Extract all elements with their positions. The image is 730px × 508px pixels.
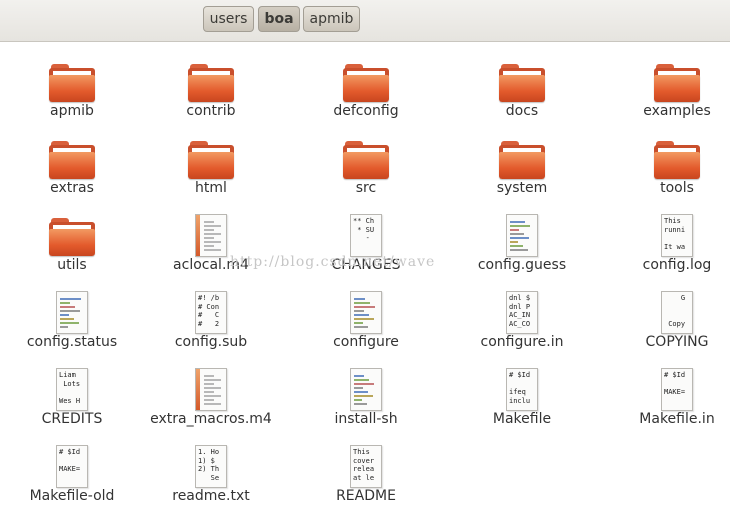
folder-icon	[654, 60, 700, 104]
folder-item-docs[interactable]: docs	[447, 46, 597, 123]
file-item-config-sub[interactable]: #! /b # Con # C # 2 config.sub	[136, 277, 286, 354]
text-file-icon: # $Id ifeq inclu	[499, 368, 545, 412]
file-preview-text: # $Id MAKE=	[59, 448, 81, 473]
text-file-icon: #! /b # Con # C # 2	[188, 291, 234, 335]
folder-icon	[343, 137, 389, 181]
file-name-label: COPYING	[645, 334, 709, 350]
file-item-configure-in[interactable]: dnl $ dnl P AC_IN AC_CO configure.in	[447, 277, 597, 354]
folder-item-html[interactable]: html	[136, 123, 286, 200]
file-item-install-sh[interactable]: install-sh	[291, 354, 441, 431]
text-file-icon: # $Id MAKE=	[654, 368, 700, 412]
file-item-extra-macros-m4[interactable]: extra_macros.m4	[136, 354, 286, 431]
breadcrumb-boa[interactable]: boa	[258, 6, 300, 32]
file-name-label: Makefile	[492, 411, 552, 427]
file-name-label: Makefile.in	[639, 411, 715, 427]
file-name-label: contrib	[186, 103, 236, 119]
file-name-label: config.guess	[477, 257, 567, 273]
folder-icon	[499, 60, 545, 104]
file-preview-text: #! /b # Con # C # 2	[198, 294, 220, 328]
file-name-label: examples	[643, 103, 711, 119]
script-file-icon	[343, 368, 389, 412]
folder-item-contrib[interactable]: contrib	[136, 46, 286, 123]
file-preview-text: # $Id ifeq inclu	[509, 371, 531, 405]
text-file-icon: This runni It wa	[654, 214, 700, 258]
file-item-makefile[interactable]: # $Id ifeq inclu Makefile	[447, 354, 597, 431]
text-file-icon: G Copy	[654, 291, 700, 335]
file-name-label: utils	[57, 257, 87, 273]
text-file-icon: 1. Ho 1) $ 2) Th Se	[188, 445, 234, 489]
folder-item-tools[interactable]: tools	[602, 123, 730, 200]
file-name-label: defconfig	[333, 103, 399, 119]
file-name-label: html	[195, 180, 227, 196]
file-name-label: config.sub	[174, 334, 248, 350]
file-name-label: configure.in	[480, 334, 564, 350]
folder-icon	[188, 60, 234, 104]
file-preview-text: Liam Lots Wes H	[59, 371, 81, 405]
m4-file-icon	[188, 214, 234, 258]
text-file-icon: Liam Lots Wes H	[49, 368, 95, 412]
folder-icon	[49, 137, 95, 181]
file-item-readme-txt[interactable]: 1. Ho 1) $ 2) Th Se readme.txt	[136, 431, 286, 508]
file-name-label: docs	[505, 103, 539, 119]
file-item-configure[interactable]: configure	[291, 277, 441, 354]
text-file-icon: ** Ch * SU -	[343, 214, 389, 258]
folder-icon	[49, 60, 95, 104]
breadcrumb-apmib[interactable]: apmib	[303, 6, 360, 32]
folder-icon	[188, 137, 234, 181]
folder-item-src[interactable]: src	[291, 123, 441, 200]
file-name-label: configure	[333, 334, 399, 350]
text-file-icon: dnl $ dnl P AC_IN AC_CO	[499, 291, 545, 335]
file-name-label: config.log	[642, 257, 712, 273]
file-name-label: src	[355, 180, 377, 196]
file-name-label: CREDITS	[41, 411, 103, 427]
file-preview-text: This runni It wa	[664, 217, 686, 251]
file-name-label: apmib	[50, 103, 94, 119]
file-name-label: tools	[660, 180, 694, 196]
m4-file-icon	[188, 368, 234, 412]
file-preview-text: # $Id MAKE=	[664, 371, 686, 396]
folder-icon	[654, 137, 700, 181]
file-preview-text: 1. Ho 1) $ 2) Th Se	[198, 448, 220, 482]
file-item-makefile-old[interactable]: # $Id MAKE= Makefile-old	[0, 431, 147, 508]
file-item-credits[interactable]: Liam Lots Wes H CREDITS	[0, 354, 147, 431]
folder-icon	[343, 60, 389, 104]
file-item-makefile-in[interactable]: # $Id MAKE= Makefile.in	[602, 354, 730, 431]
file-item-config-log[interactable]: This runni It wa config.log	[602, 200, 730, 277]
folder-item-extras[interactable]: extras	[0, 123, 147, 200]
script-file-icon	[49, 291, 95, 335]
folder-icon	[49, 214, 95, 258]
file-preview-text: ** Ch * SU -	[353, 217, 375, 242]
file-name-label: extra_macros.m4	[150, 411, 272, 427]
file-item-config-guess[interactable]: config.guess	[447, 200, 597, 277]
file-preview-text: dnl $ dnl P AC_IN AC_CO	[509, 294, 531, 328]
file-preview-text: This cover relea at le	[353, 448, 375, 482]
script-file-icon	[343, 291, 389, 335]
script-file-icon	[499, 214, 545, 258]
folder-item-utils[interactable]: utils	[0, 200, 147, 277]
file-item-readme[interactable]: This cover relea at le README	[291, 431, 441, 508]
folder-item-system[interactable]: system	[447, 123, 597, 200]
file-name-label: install-sh	[334, 411, 398, 427]
text-file-icon: # $Id MAKE=	[49, 445, 95, 489]
file-name-label: config.status	[26, 334, 118, 350]
file-item-copying[interactable]: G Copy COPYING	[602, 277, 730, 354]
folder-item-apmib[interactable]: apmib	[0, 46, 147, 123]
watermark-text: http://blog.csdn.net/wave	[230, 254, 436, 270]
file-grid: apmib contrib defconfig docs examples extras h…	[0, 41, 730, 504]
file-preview-text: G Copy	[668, 294, 686, 328]
file-name-label: system	[496, 180, 548, 196]
file-item-config-status[interactable]: config.status	[0, 277, 147, 354]
folder-item-defconfig[interactable]: defconfig	[291, 46, 441, 123]
file-name-label: extras	[50, 180, 94, 196]
path-bar: users boa apmib	[0, 0, 730, 42]
folder-item-examples[interactable]: examples	[602, 46, 730, 123]
text-file-icon: This cover relea at le	[343, 445, 389, 489]
breadcrumb-users[interactable]: users	[203, 6, 254, 32]
folder-icon	[499, 137, 545, 181]
